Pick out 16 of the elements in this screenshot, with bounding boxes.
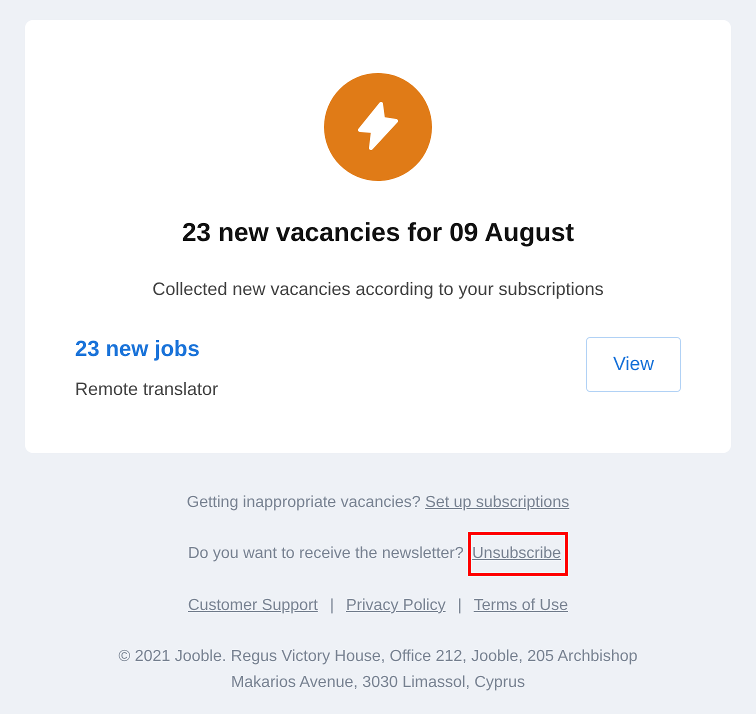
link[interactable]: Customer Support [188,596,318,616]
separator: | [456,596,463,616]
view-button[interactable]: View [586,337,681,392]
footer-note: Do you want to receive the newsletter? Unsubscribe [188,544,568,564]
lightning-icon [324,73,432,181]
link[interactable]: Unsubscribe [472,545,562,562]
link[interactable]: Terms of Use [474,596,568,616]
link[interactable]: Privacy Policy [346,596,446,616]
footer-note: Getting inappropriate vacancies? Set up subscriptions [186,493,570,513]
jobs-count-link[interactable]: 23 new jobs [75,335,200,363]
search-query: Remote translator [75,378,218,401]
copyright-text: © 2021 Jooble. Regus Victory House, Office 212, Jooble, 205 Archbishop Makarios Avenue, 3030 Limassol, Cyprus [117,647,639,693]
email-subtitle: Collected new vacancies according to your subscriptions [152,278,604,301]
email-title: 23 new vacancies for 09 August [182,217,574,247]
separator: | [328,596,335,616]
link[interactable]: Set up subscriptions [425,494,570,511]
